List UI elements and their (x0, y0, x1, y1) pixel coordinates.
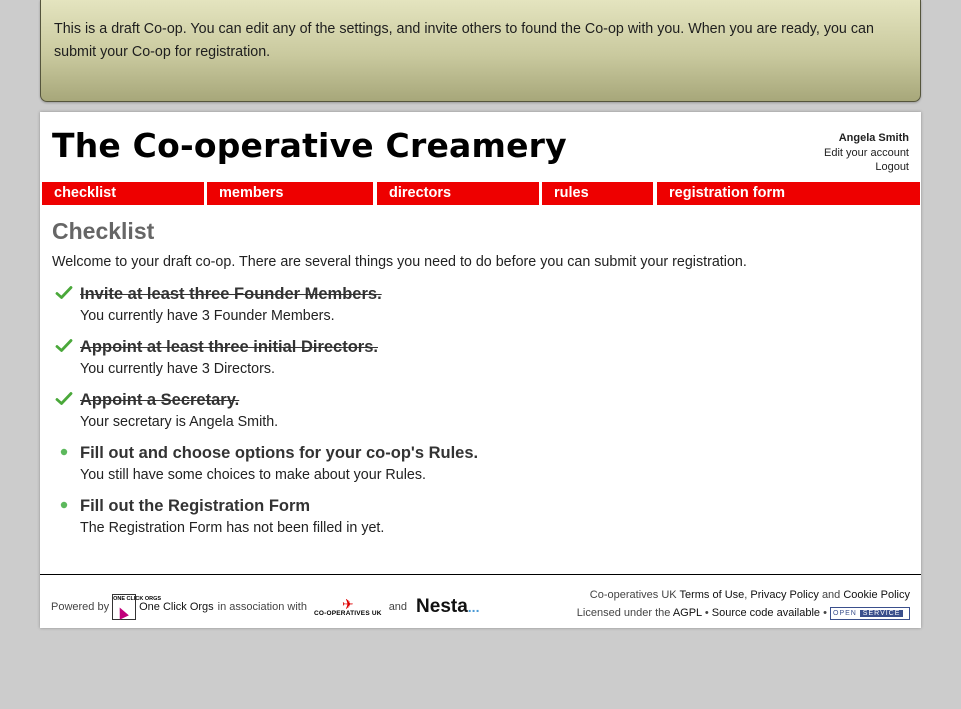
checklist-item: Invite at least three Founder Members. Y… (52, 284, 912, 324)
terms-link[interactable]: Terms of Use (679, 589, 744, 601)
checklist-item: Fill out the Registration Form The Regis… (52, 496, 912, 536)
one-click-orgs-link[interactable]: One Click Orgs (139, 601, 214, 613)
tab-rules[interactable]: rules (542, 182, 653, 205)
checkmark-icon (55, 286, 73, 299)
powered-by: Powered by ONE CLICK ORGS One Click Orgs… (51, 594, 479, 620)
tab-members[interactable]: members (207, 182, 373, 205)
checklist-item-status: Your secretary is Angela Smith. (80, 414, 279, 430)
footer: Powered by ONE CLICK ORGS One Click Orgs… (40, 574, 921, 628)
account-menu: Angela Smith Edit your account Logout (824, 131, 909, 175)
cookie-link[interactable]: Cookie Policy (843, 589, 910, 601)
edit-account-link[interactable]: Edit your account (824, 146, 909, 161)
open-service-badge[interactable]: OPEN SERVICE (830, 606, 910, 620)
tab-registration-form[interactable]: registration form (657, 182, 920, 205)
checklist-item-title: Fill out the Registration Form (80, 497, 311, 515)
checklist-item-title: Invite at least three Founder Members. (80, 285, 382, 303)
checklist-content: Checklist Welcome to your draft co-op. T… (52, 218, 912, 549)
privacy-link[interactable]: Privacy Policy (750, 589, 818, 601)
bullet-icon (60, 448, 68, 456)
legal-links: Co-operatives UK Terms of Use, Privacy P… (576, 589, 910, 620)
agpl-link[interactable]: AGPL (673, 607, 702, 619)
license-text: Licensed under the (576, 607, 671, 619)
powered-by-label: Powered by (51, 601, 110, 613)
checklist-item-status: You currently have 3 Directors. (80, 361, 275, 377)
checklist-item-title: Fill out and choose options for your co-… (80, 444, 479, 462)
draft-notice-banner: This is a draft Co-op. You can edit any … (40, 0, 921, 102)
one-click-orgs-logo[interactable]: ONE CLICK ORGS (112, 594, 161, 620)
main-page: The Co-operative Creamery Angela Smith E… (40, 112, 921, 628)
page-heading: Checklist (52, 218, 155, 244)
checkmark-icon (55, 392, 73, 405)
checklist-item-title: Appoint a Secretary. (80, 391, 240, 409)
user-name: Angela Smith (838, 132, 909, 144)
tab-checklist[interactable]: checklist (42, 182, 204, 205)
checklist-item: Appoint a Secretary. Your secretary is A… (52, 390, 912, 430)
bullet-icon (60, 501, 68, 509)
logout-link[interactable]: Logout (824, 160, 909, 175)
cooperatives-uk-logo[interactable]: ✈ CO-OPERATIVES UK (314, 595, 382, 617)
cooperatives-uk-text: Co-operatives UK (589, 589, 677, 601)
intro-text: Welcome to your draft co-op. There are s… (52, 254, 747, 270)
checklist-item: Appoint at least three initial Directors… (52, 337, 912, 377)
nesta-logo[interactable]: Nesta... (416, 596, 479, 618)
checklist-item-status: You still have some choices to make abou… (80, 467, 426, 483)
tab-directors[interactable]: directors (377, 182, 539, 205)
bird-icon: ✈ (341, 595, 354, 612)
checklist-item-status: The Registration Form has not been fille… (80, 520, 385, 536)
checklist-item: Fill out and choose options for your co-… (52, 443, 912, 483)
site-title: The Co-operative Creamery (52, 126, 567, 165)
association-text: in association with (217, 601, 307, 613)
source-code-link[interactable]: Source code available (712, 607, 820, 619)
and-text: and (388, 601, 408, 613)
cursor-icon (115, 605, 129, 620)
checklist-item-status: You currently have 3 Founder Members. (80, 308, 335, 324)
draft-notice-text: This is a draft Co-op. You can edit any … (54, 21, 874, 60)
main-nav: checklist members directors rules regist… (42, 182, 920, 205)
checkmark-icon (55, 339, 73, 352)
checklist-item-title: Appoint at least three initial Directors… (80, 338, 378, 356)
